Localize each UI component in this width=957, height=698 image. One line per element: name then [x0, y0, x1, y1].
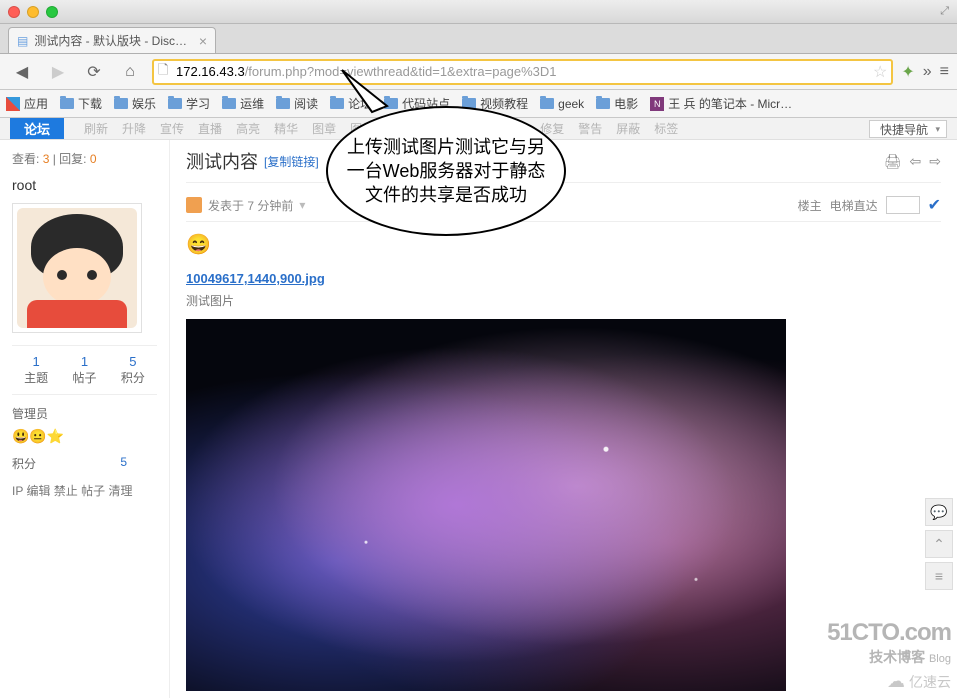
list-button[interactable]: ≡ — [925, 562, 953, 590]
bookmark-star-icon[interactable]: ☆ — [873, 62, 887, 82]
fullscreen-icon[interactable]: ⤢ — [940, 5, 949, 18]
author-score-line: 积分5 — [12, 455, 157, 472]
forum-tab[interactable]: 论坛 — [10, 118, 64, 139]
post-image[interactable] — [186, 319, 786, 691]
mod-action[interactable]: 精华 — [274, 120, 298, 137]
author-avatar[interactable] — [12, 203, 142, 333]
mod-action[interactable]: 高亮 — [236, 120, 260, 137]
annotation-text: 上传测试图片测试它与另一台Web服务器对于静态文件的共享是否成功 — [326, 106, 566, 236]
bookmark-folder[interactable]: 娱乐 — [114, 95, 156, 112]
only-author-toggle[interactable]: ▾ — [299, 198, 305, 212]
bookmark-folder[interactable]: 学习 — [168, 95, 210, 112]
folder-icon — [276, 98, 290, 109]
mod-action[interactable]: 警告 — [578, 120, 602, 137]
mod-action[interactable]: 屏蔽 — [616, 120, 640, 137]
elevator-input[interactable] — [886, 196, 920, 214]
tab-title: 测试内容 - 默认版块 - Disc… — [34, 32, 187, 49]
bookmark-folder[interactable]: 下载 — [60, 95, 102, 112]
op-badge-icon — [186, 197, 202, 213]
prev-thread-icon[interactable]: ⇦ — [910, 153, 922, 170]
browser-tab-strip: ▤ 测试内容 - 默认版块 - Disc… × — [0, 24, 957, 54]
extensions-overflow-icon[interactable]: » — [923, 63, 932, 81]
author-role: 管理员 — [12, 405, 157, 422]
stat-topics[interactable]: 1主题 — [24, 354, 48, 386]
author-badges: 😃😐⭐ — [12, 428, 157, 445]
author-username[interactable]: root — [12, 177, 157, 193]
bookmark-folder[interactable]: 阅读 — [276, 95, 318, 112]
attachment-link[interactable]: 10049617,1440,900.jpg — [186, 271, 325, 286]
copy-link[interactable]: [复制链接] — [264, 153, 319, 170]
forward-button[interactable]: ▶ — [44, 58, 72, 86]
quick-nav-dropdown[interactable]: 快捷导航 — [869, 120, 947, 138]
thread-stats: 查看: 3 | 回复: 0 — [12, 150, 157, 167]
attachment-caption: 测试图片 — [186, 292, 941, 309]
feedback-button[interactable]: 💬 — [925, 498, 953, 526]
bookmark-folder[interactable]: 运维 — [222, 95, 264, 112]
mod-action[interactable]: 刷新 — [84, 120, 108, 137]
callout-tail-icon — [332, 68, 402, 118]
back-button[interactable]: ◀ — [8, 58, 36, 86]
apps-shortcut[interactable]: 应用 — [6, 95, 48, 112]
home-button[interactable]: ⌂ — [116, 58, 144, 86]
reload-button[interactable]: ⟳ — [80, 58, 108, 86]
folder-icon — [168, 98, 182, 109]
browser-tab[interactable]: ▤ 测试内容 - 默认版块 - Disc… × — [8, 27, 216, 53]
bookmark-folder[interactable]: 电影 — [596, 95, 638, 112]
close-tab-icon[interactable]: × — [199, 33, 207, 49]
cloud-icon: ☁ — [887, 671, 905, 692]
next-thread-icon[interactable]: ⇨ — [929, 153, 941, 170]
floor-label: 楼主 — [798, 197, 822, 214]
scroll-top-button[interactable]: ⌃ — [925, 530, 953, 558]
folder-icon — [596, 98, 610, 109]
post-time: 发表于 7 分钟前 — [208, 197, 293, 214]
annotation-callout: 上传测试图片测试它与另一台Web服务器对于静态文件的共享是否成功 — [326, 106, 566, 256]
onenote-icon: N — [650, 97, 664, 111]
stat-posts[interactable]: 1帖子 — [72, 354, 96, 386]
url-text: 172.16.43.3/forum.php?mod=viewthread&tid… — [176, 64, 867, 79]
user-sidebar: 查看: 3 | 回复: 0 root 1主题 1帖子 5积分 管理员 😃😐⭐ 积… — [0, 140, 170, 698]
elevator-label: 电梯直达 — [830, 197, 878, 214]
mod-action[interactable]: 标签 — [654, 120, 678, 137]
bookmark-onenote[interactable]: N王 兵 的笔记本 - Micr… — [650, 95, 792, 112]
side-float-buttons: 💬 ⌃ ≡ — [925, 498, 953, 590]
zoom-window-icon[interactable] — [46, 6, 58, 18]
folder-icon — [222, 98, 236, 109]
mod-action[interactable]: 升降 — [122, 120, 146, 137]
menu-icon[interactable]: ≡ — [940, 63, 949, 81]
minimize-window-icon[interactable] — [27, 6, 39, 18]
close-window-icon[interactable] — [8, 6, 20, 18]
window-titlebar: ⤢ — [0, 0, 957, 24]
author-stats: 1主题 1帖子 5积分 — [12, 345, 157, 395]
folder-icon — [60, 98, 74, 109]
mod-action[interactable]: 宣传 — [160, 120, 184, 137]
thread-title: 测试内容 — [186, 148, 258, 174]
page-icon: 🗋 — [158, 61, 176, 83]
stat-score[interactable]: 5积分 — [121, 354, 145, 386]
folder-icon — [114, 98, 128, 109]
apps-icon — [6, 97, 20, 111]
print-icon[interactable]: 🖨 — [884, 153, 902, 170]
author-mod-ops[interactable]: IP 编辑 禁止 帖子 清理 — [12, 482, 157, 499]
elevator-go-icon[interactable]: ✔ — [928, 195, 941, 215]
address-bar[interactable]: 🗋 172.16.43.3/forum.php?mod=viewthread&t… — [152, 59, 893, 85]
watermark: 51CTO.com 技术博客 Blog ☁亿速云 — [827, 619, 951, 692]
browser-toolbar: ◀ ▶ ⟳ ⌂ 🗋 172.16.43.3/forum.php?mod=view… — [0, 54, 957, 90]
evernote-icon[interactable]: ✦ — [901, 62, 914, 82]
favicon-icon: ▤ — [17, 34, 28, 48]
mod-action[interactable]: 直播 — [198, 120, 222, 137]
